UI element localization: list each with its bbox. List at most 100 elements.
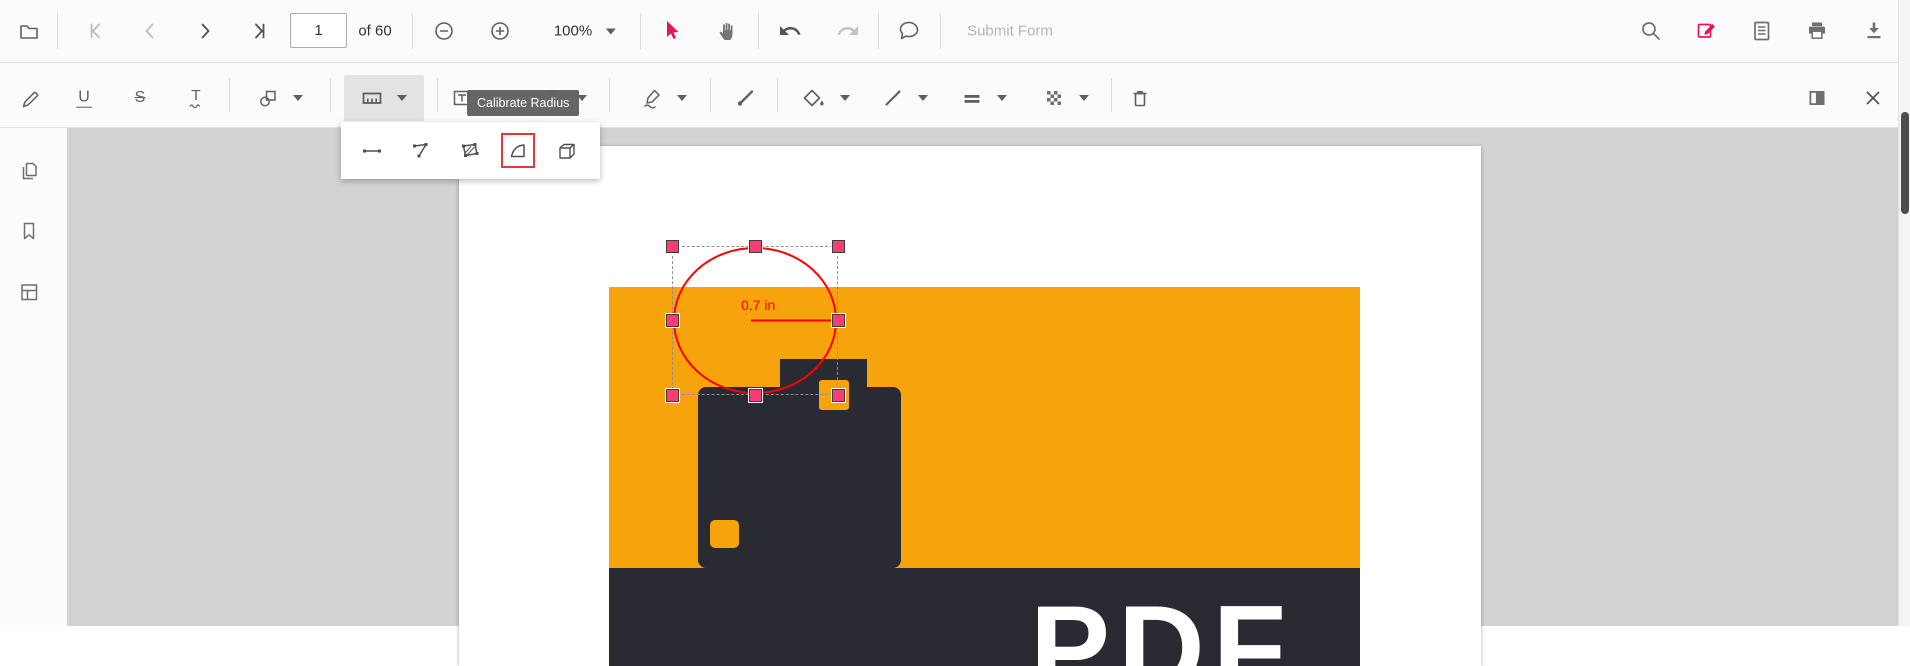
toolbar-separator: [1111, 78, 1112, 112]
sidebar-item-thumbnails[interactable]: [18, 160, 40, 182]
thickness-icon: [964, 95, 980, 103]
stroke-color-dropdown-button[interactable]: [882, 87, 928, 109]
menu-item-calibrate-volume[interactable]: [546, 130, 587, 171]
chevron-down-icon: [918, 95, 928, 101]
search-button[interactable]: [1639, 19, 1663, 43]
last-page-icon: [255, 23, 265, 39]
first-page-button[interactable]: [84, 20, 106, 42]
search-icon: [1642, 22, 1660, 40]
calibrate-dropdown-menu: [341, 122, 600, 179]
opacity-checkerboard-icon: [1047, 91, 1061, 105]
chevron-down-icon: [1079, 95, 1089, 101]
undo-icon: [780, 26, 801, 35]
first-page-icon: [90, 23, 100, 39]
underline-icon: U: [76, 88, 92, 108]
underline-tool-button[interactable]: U: [76, 89, 92, 108]
highlighter-pen-icon: [22, 91, 39, 108]
toolbar-separator: [437, 78, 438, 112]
squiggly-tool-button[interactable]: T: [189, 88, 203, 108]
calibrate-volume-icon: [558, 143, 575, 159]
toolbar-separator: [777, 78, 778, 112]
zoom-level-dropdown[interactable]: 100%: [554, 23, 617, 40]
calibrate-area-icon: [461, 142, 478, 157]
toolbar-separator: [57, 13, 58, 49]
print-button[interactable]: [1805, 19, 1829, 43]
chevron-down-icon: [293, 95, 303, 101]
toolbar-separator: [878, 13, 879, 49]
download-button[interactable]: [1862, 19, 1886, 43]
undo-button[interactable]: [778, 19, 802, 43]
highlight-tool-button[interactable]: [19, 87, 41, 109]
toolbar-separator: [640, 13, 641, 49]
opacity-dropdown-button[interactable]: [1043, 87, 1089, 109]
zoom-in-icon: [491, 22, 509, 40]
redo-button[interactable]: [836, 19, 860, 43]
resize-handle-top-center[interactable]: [748, 239, 762, 253]
open-file-button[interactable]: [18, 20, 40, 42]
resize-handle-bottom-left[interactable]: [665, 388, 679, 402]
menu-item-calibrate-area[interactable]: [449, 130, 490, 171]
ink-tool-button[interactable]: [734, 87, 756, 109]
menu-item-calibrate-radius[interactable]: [501, 133, 535, 168]
chevron-down-icon: [997, 95, 1007, 101]
calibrate-distance-icon: [362, 149, 381, 152]
chevron-down-icon: [840, 95, 850, 101]
left-sidebar: [0, 128, 68, 626]
next-page-button[interactable]: [194, 20, 216, 42]
close-toolbar-button[interactable]: [1862, 87, 1884, 109]
resize-handle-bottom-right[interactable]: [831, 388, 845, 402]
previous-page-button[interactable]: [139, 20, 161, 42]
signature-dropdown-button[interactable]: [641, 87, 687, 109]
shapes-dropdown-button[interactable]: [257, 87, 303, 109]
chevron-down-icon: [397, 95, 407, 101]
fill-color-dropdown-button[interactable]: [802, 87, 850, 109]
resize-handle-top-left[interactable]: [665, 239, 679, 253]
resize-handle-bottom-center[interactable]: [748, 388, 762, 402]
comment-button[interactable]: [897, 19, 921, 43]
strikethrough-tool-button[interactable]: S: [133, 89, 148, 107]
resize-handle-top-right[interactable]: [831, 239, 845, 253]
thickness-dropdown-button[interactable]: [961, 87, 1007, 109]
annotation-edit-button[interactable]: [1695, 19, 1719, 43]
menu-item-calibrate-perimeter[interactable]: [400, 130, 441, 171]
trash-icon: [1133, 91, 1147, 107]
toolbar-separator: [710, 78, 711, 112]
chevron-down-icon: [606, 28, 617, 34]
document-text-button[interactable]: [1750, 19, 1774, 43]
submit-form-button[interactable]: Submit Form: [967, 23, 1053, 40]
zoom-out-button[interactable]: [432, 19, 456, 43]
resize-handle-middle-right[interactable]: [831, 314, 845, 327]
radius-measurement-label: 0.7 in: [741, 297, 776, 313]
menu-item-calibrate-distance[interactable]: [351, 130, 392, 171]
organize-pages-icon: [21, 284, 38, 301]
last-page-button[interactable]: [249, 20, 271, 42]
vertical-scrollbar[interactable]: [1898, 0, 1910, 626]
calibrate-radius-icon: [510, 143, 525, 157]
annotation-selection-box[interactable]: [672, 246, 838, 395]
sidebar-item-organize-pages[interactable]: [18, 281, 40, 303]
stroke-line-icon: [885, 90, 901, 106]
ruler-icon: [362, 92, 382, 104]
page-number-input[interactable]: [290, 13, 347, 48]
toolbar-separator: [330, 78, 331, 112]
page-thumbnails-icon: [22, 162, 37, 180]
toolbar-separator: [940, 13, 941, 49]
toolbar-separator: [229, 78, 230, 112]
delete-annotation-button[interactable]: [1129, 87, 1151, 109]
cursor-arrow-icon: [667, 21, 679, 39]
sidebar-item-bookmarks[interactable]: [18, 220, 40, 242]
page-count-label: of 60: [358, 22, 392, 40]
resize-handle-middle-left[interactable]: [665, 314, 679, 327]
pan-tool-button[interactable]: [716, 19, 740, 43]
comment-bubble-icon: [899, 21, 919, 40]
close-icon: [1866, 91, 1880, 105]
comment-panel-button[interactable]: [1806, 87, 1828, 109]
scrollbar-thumb[interactable]: [1901, 112, 1909, 214]
calibrate-dropdown-button[interactable]: [344, 75, 424, 121]
toolbar-separator: [758, 13, 759, 49]
signature-pen-icon: [644, 89, 660, 109]
page-brand-text: PDF: [1030, 581, 1294, 666]
selection-tool-button[interactable]: [660, 19, 684, 43]
pdf-page-canvas: PDF: [459, 146, 1481, 666]
zoom-in-button[interactable]: [488, 19, 512, 43]
